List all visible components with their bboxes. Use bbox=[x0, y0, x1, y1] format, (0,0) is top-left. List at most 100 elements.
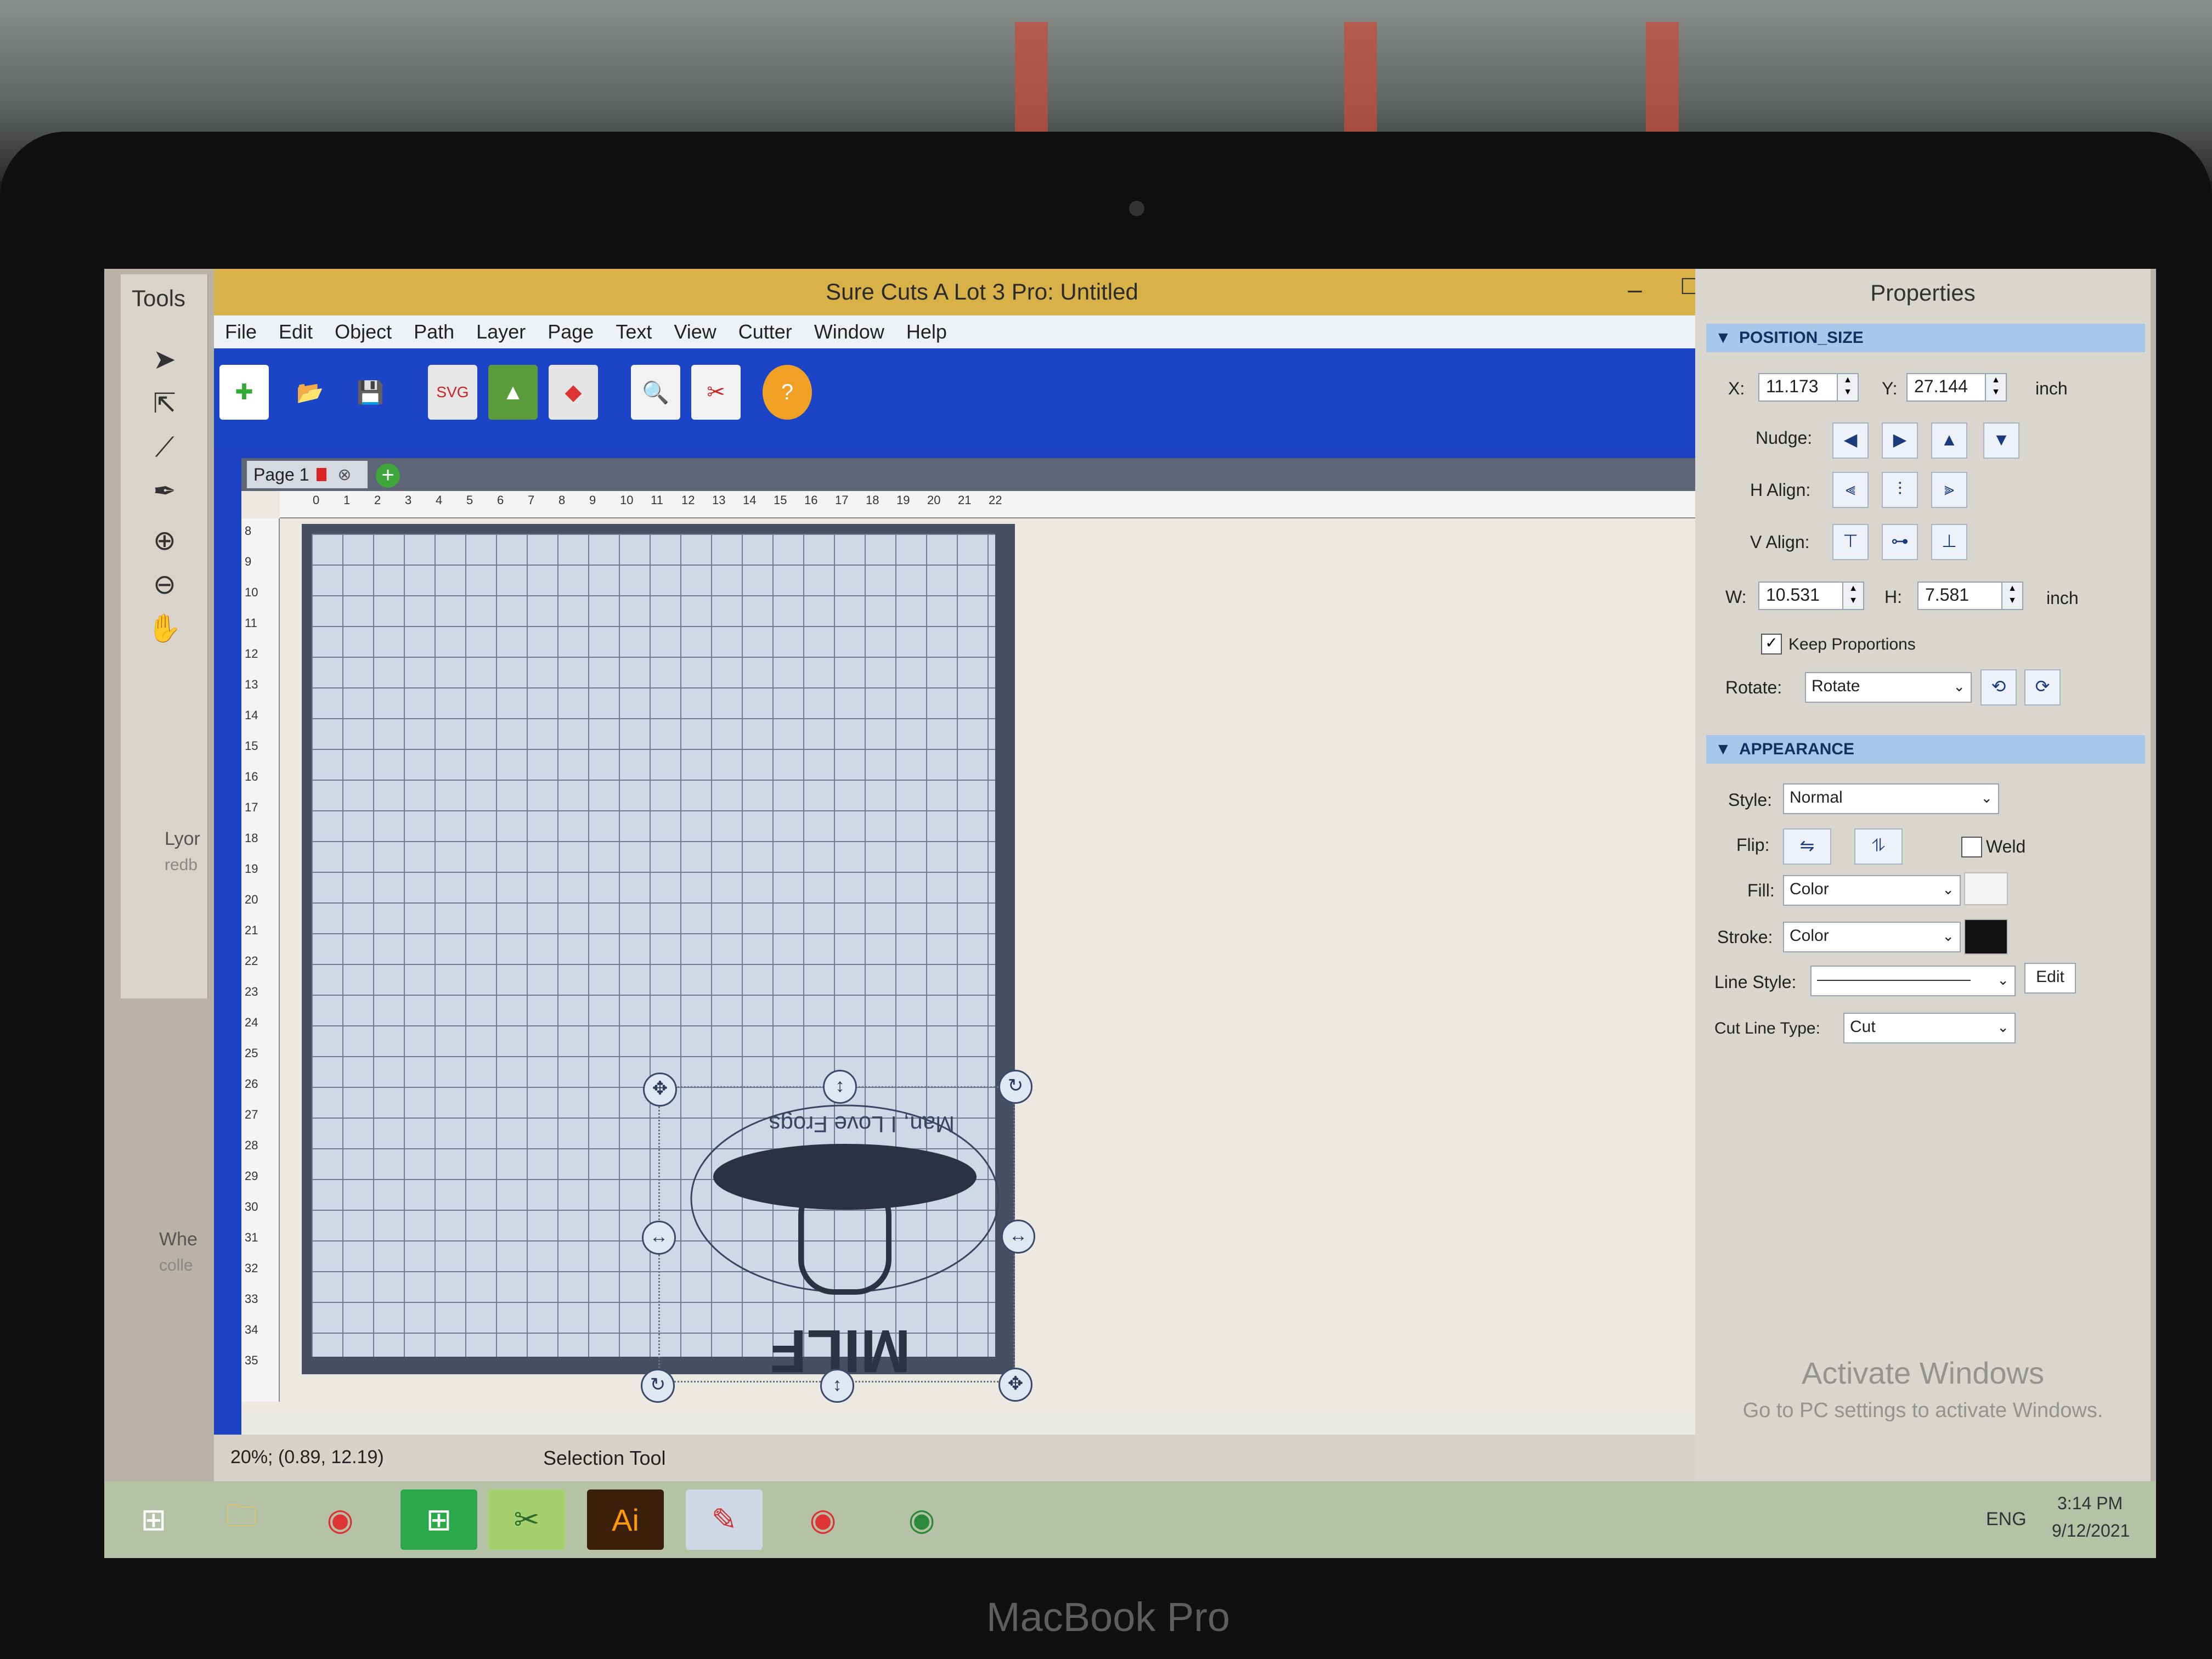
align-right-icon[interactable]: ⫸ bbox=[1931, 472, 1967, 508]
artwork-graphic[interactable]: Man, I Love Frogs MILF bbox=[686, 1094, 1004, 1374]
ruler-tick-label: 16 bbox=[245, 770, 258, 783]
file-explorer-icon[interactable]: 🗀 bbox=[203, 1489, 280, 1550]
stroke-label: Stroke: bbox=[1717, 927, 1773, 947]
menu-page[interactable]: Page bbox=[537, 320, 605, 343]
menu-object[interactable]: Object bbox=[324, 320, 403, 343]
save-icon[interactable]: 💾 bbox=[346, 365, 395, 420]
tools-title: Tools bbox=[132, 285, 186, 311]
canvas[interactable]: 0 1 2 3 4 5 6 7 8 9 10 11 12 13 14 15 16 17 18 19 20 21 22 891… bbox=[241, 491, 1767, 1437]
menu-cutter[interactable]: Cutter bbox=[727, 320, 803, 343]
add-page-button[interactable]: + bbox=[376, 464, 400, 488]
new-document-icon[interactable]: ✚ bbox=[219, 365, 269, 420]
page-tab-strip: Page 1 ⊗ + bbox=[241, 458, 1778, 491]
import-svg-icon[interactable]: SVG bbox=[428, 365, 477, 420]
scal-icon[interactable]: ✂ bbox=[488, 1489, 565, 1550]
rotate-handle[interactable]: ↻ bbox=[998, 1070, 1032, 1104]
select-arrow-icon[interactable]: ➤ bbox=[143, 340, 187, 379]
style-dropdown[interactable]: Normal ⌄ bbox=[1783, 783, 1999, 814]
flip-horizontal-icon[interactable]: ⇋ bbox=[1783, 828, 1831, 865]
menu-path[interactable]: Path bbox=[403, 320, 465, 343]
cutting-mat[interactable]: Man, I Love Frogs MILF ✥ ↕ ↻ ↔ ↔ ↻ ↕ ✥ bbox=[302, 524, 1035, 1403]
import-image-icon[interactable]: ▲ bbox=[488, 365, 538, 420]
close-tab-icon[interactable]: ⊗ bbox=[337, 465, 351, 484]
fill-dropdown[interactable]: Color ⌄ bbox=[1783, 875, 1961, 906]
move-handle[interactable]: ✥ bbox=[643, 1073, 677, 1107]
clock-time[interactable]: 3:14 PM bbox=[2057, 1493, 2123, 1514]
chrome-user-icon[interactable]: ◉ bbox=[785, 1489, 861, 1550]
language-indicator[interactable]: ENG bbox=[1986, 1509, 2027, 1530]
ruler-tick-label: 29 bbox=[245, 1169, 258, 1183]
menu-layer[interactable]: Layer bbox=[465, 320, 537, 343]
keep-proportions-checkbox[interactable]: ✓ bbox=[1761, 634, 1782, 654]
pen-icon[interactable]: ✒ bbox=[143, 472, 187, 510]
node-edit-icon[interactable]: ⇱ bbox=[143, 384, 187, 422]
align-bottom-icon[interactable]: ⊥ bbox=[1931, 524, 1967, 560]
scale-vertical-handle[interactable]: ↕ bbox=[820, 1369, 854, 1403]
cut-icon[interactable]: ✂ bbox=[691, 365, 741, 420]
stroke-color-swatch[interactable] bbox=[1964, 919, 2008, 955]
align-left-icon[interactable]: ⫷ bbox=[1832, 472, 1869, 508]
tab-page-1[interactable]: Page 1 ⊗ bbox=[247, 461, 368, 488]
keep-proportions-label: Keep Proportions bbox=[1788, 635, 1916, 653]
cut-line-type-dropdown[interactable]: Cut ⌄ bbox=[1843, 1013, 2016, 1043]
rotate-dropdown[interactable]: Rotate ⌄ bbox=[1805, 672, 1972, 703]
y-spinner[interactable]: ▲ ▼ bbox=[1985, 373, 2007, 402]
ruler-tick-label: 10 bbox=[245, 585, 258, 599]
preview-icon[interactable]: 🔍 bbox=[631, 365, 680, 420]
menu-edit[interactable]: Edit bbox=[268, 320, 324, 343]
windows-start-icon[interactable]: ⊞ bbox=[115, 1489, 192, 1550]
align-center-icon[interactable]: ⫶ bbox=[1882, 472, 1918, 508]
scale-horizontal-handle[interactable]: ↔ bbox=[642, 1221, 676, 1255]
scale-vertical-handle[interactable]: ↕ bbox=[823, 1070, 857, 1104]
menu-view[interactable]: View bbox=[663, 320, 727, 343]
minimize-button[interactable]: – bbox=[1618, 274, 1651, 307]
chrome-icon[interactable]: ◉ bbox=[302, 1489, 379, 1550]
unit-label: inch bbox=[2046, 588, 2079, 608]
stroke-dropdown[interactable]: Color ⌄ bbox=[1783, 922, 1961, 952]
nudge-down-button[interactable]: ▼ bbox=[1983, 422, 2019, 459]
open-icon[interactable]: 📂 bbox=[285, 365, 335, 420]
scale-horizontal-handle[interactable]: ↔ bbox=[1001, 1220, 1035, 1254]
h-field[interactable]: 7.581 bbox=[1917, 582, 2008, 610]
nudge-left-button[interactable]: ◀ bbox=[1832, 422, 1869, 459]
x-spinner[interactable]: ▲ ▼ bbox=[1837, 373, 1859, 402]
rotate-handle[interactable]: ↻ bbox=[641, 1369, 675, 1403]
rotate-ccw-icon[interactable]: ⟲ bbox=[1980, 669, 2017, 706]
align-top-icon[interactable]: ⊤ bbox=[1832, 524, 1869, 560]
zoom-out-icon[interactable]: ⊖ bbox=[143, 565, 187, 603]
illustrator-icon[interactable]: Ai bbox=[587, 1489, 664, 1550]
zoom-in-icon[interactable]: ⊕ bbox=[143, 521, 187, 560]
rotate-cw-icon[interactable]: ⟳ bbox=[2024, 669, 2061, 706]
ruler-tick-label: 7 bbox=[528, 493, 535, 507]
line-style-dropdown[interactable]: ⌄ bbox=[1810, 966, 2016, 996]
flip-vertical-icon[interactable]: ⥮ bbox=[1854, 828, 1903, 865]
menu-file[interactable]: File bbox=[214, 320, 268, 343]
w-spinner[interactable]: ▲ ▼ bbox=[1842, 582, 1864, 610]
ruler-tick-label: 5 bbox=[466, 493, 473, 507]
w-field[interactable]: 10.531 bbox=[1758, 582, 1849, 610]
weld-checkbox[interactable] bbox=[1961, 837, 1982, 857]
h-spinner[interactable]: ▲ ▼ bbox=[2001, 582, 2023, 610]
move-handle[interactable]: ✥ bbox=[998, 1368, 1032, 1402]
chrome-icon-2[interactable]: ◉ bbox=[883, 1489, 960, 1550]
y-field[interactable]: 27.144 bbox=[1906, 373, 1992, 402]
position-size-header[interactable]: ▼ POSITION_SIZE bbox=[1706, 324, 2145, 352]
hand-pan-icon[interactable]: ✋ bbox=[143, 609, 187, 647]
import-shape-icon[interactable]: ◆ bbox=[549, 365, 598, 420]
nudge-up-button[interactable]: ▲ bbox=[1931, 422, 1967, 459]
align-middle-icon[interactable]: ⊶ bbox=[1882, 524, 1918, 560]
menu-help[interactable]: Help bbox=[895, 320, 958, 343]
appearance-header[interactable]: ▼ APPEARANCE bbox=[1706, 735, 2145, 764]
help-icon[interactable]: ? bbox=[763, 365, 812, 420]
menu-text[interactable]: Text bbox=[605, 320, 663, 343]
horizontal-scrollbar[interactable] bbox=[241, 1413, 1745, 1437]
clock-date[interactable]: 9/12/2021 bbox=[2052, 1521, 2130, 1541]
store-icon[interactable]: ⊞ bbox=[400, 1489, 477, 1550]
x-field[interactable]: 11.173 bbox=[1758, 373, 1844, 402]
knife-icon[interactable]: ⟋ bbox=[143, 428, 187, 466]
fill-color-swatch[interactable] bbox=[1964, 872, 2008, 905]
edit-line-style-button[interactable]: Edit bbox=[2024, 963, 2076, 994]
nudge-right-button[interactable]: ▶ bbox=[1882, 422, 1918, 459]
pen-app-icon[interactable]: ✎ bbox=[686, 1489, 763, 1550]
menu-window[interactable]: Window bbox=[803, 320, 895, 343]
